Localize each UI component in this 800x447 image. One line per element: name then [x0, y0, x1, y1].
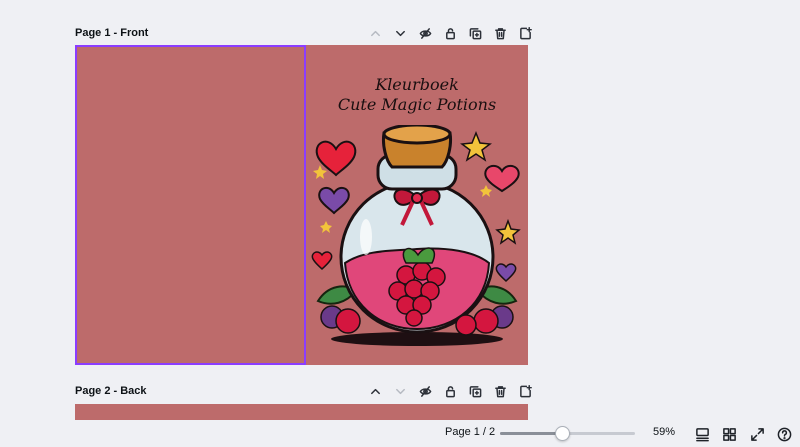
chevron-down-icon[interactable] — [392, 25, 409, 42]
lock-icon[interactable] — [442, 383, 459, 400]
zoom-slider[interactable] — [500, 426, 635, 441]
duplicate-icon[interactable] — [467, 25, 484, 42]
eye-off-icon[interactable] — [417, 383, 434, 400]
cover-title-line-2: Cute Magic Potions — [337, 95, 497, 114]
eye-off-icon[interactable] — [417, 25, 434, 42]
fullscreen-icon[interactable] — [748, 425, 766, 443]
duplicate-icon[interactable] — [467, 383, 484, 400]
cover-title[interactable]: Kleurboek Cute Magic Potions — [306, 75, 528, 115]
zoom-slider-fill — [500, 432, 562, 435]
page-title: Page 2 - Back — [75, 385, 147, 397]
trash-icon[interactable] — [492, 383, 509, 400]
page-1-canvas[interactable]: Kleurboek Cute Magic Potions — [75, 45, 528, 365]
page-2-header: Page 2 - Back — [75, 379, 532, 403]
potion-illustration[interactable] — [306, 125, 528, 350]
page-indicator[interactable]: Page 1 / 2 — [445, 426, 495, 438]
cover-title-line-1: Kleurboek — [375, 75, 459, 94]
chevron-up-icon[interactable] — [367, 25, 384, 42]
add-page-icon[interactable] — [517, 25, 534, 42]
page-1-header: Page 1 - Front — [75, 21, 532, 45]
grid-view-icon[interactable] — [720, 425, 738, 443]
zoom-slider-handle[interactable] — [555, 426, 570, 441]
lock-icon[interactable] — [442, 25, 459, 42]
add-page-icon[interactable] — [517, 383, 534, 400]
bottom-toolbar — [0, 420, 800, 447]
zoom-value[interactable]: 59% — [653, 426, 675, 438]
selected-back-panel[interactable] — [75, 45, 306, 365]
chevron-up-icon[interactable] — [367, 383, 384, 400]
page-actions — [367, 383, 534, 400]
trash-icon[interactable] — [492, 25, 509, 42]
notes-view-icon[interactable] — [693, 425, 711, 443]
page-actions — [367, 25, 534, 42]
page-title: Page 1 - Front — [75, 27, 149, 39]
help-icon[interactable] — [775, 425, 793, 443]
chevron-down-icon[interactable] — [392, 383, 409, 400]
